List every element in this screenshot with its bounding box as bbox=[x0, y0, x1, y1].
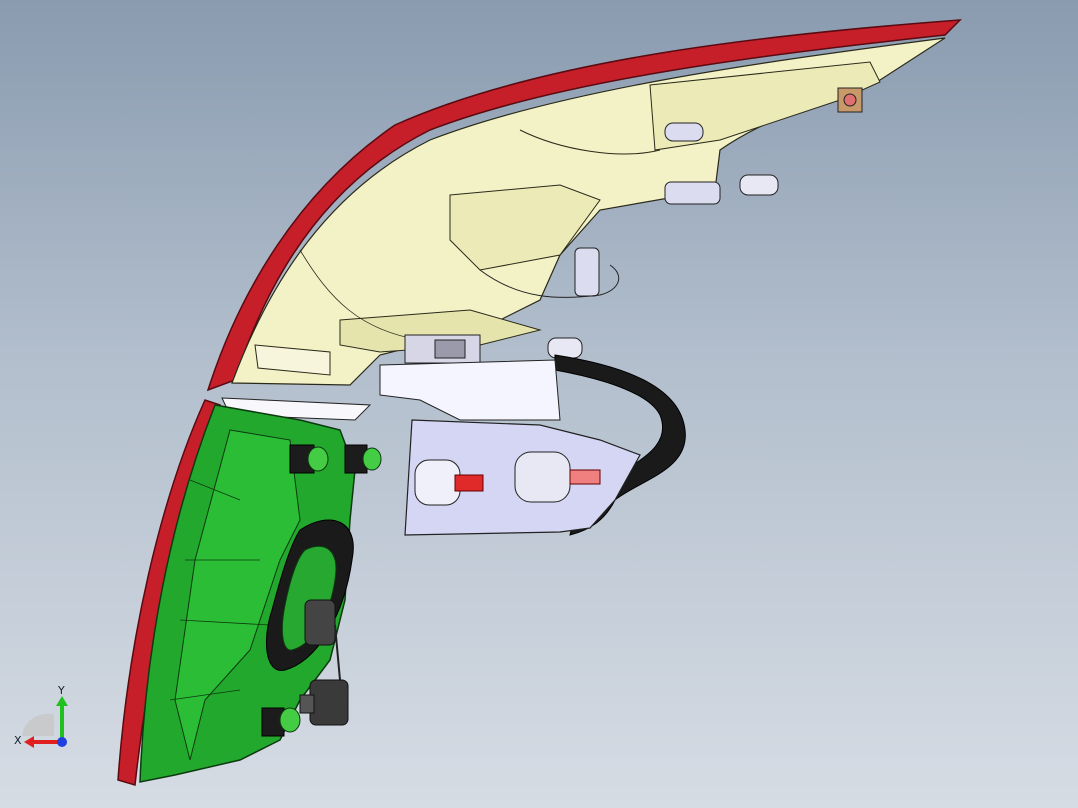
model-drawing bbox=[117, 19, 962, 786]
triad-x-label: X bbox=[14, 734, 22, 747]
triad-y-label: Y bbox=[58, 684, 65, 697]
mount-nut-1 bbox=[289, 444, 329, 474]
mount-nut-2 bbox=[344, 444, 382, 474]
socket-top-3 bbox=[574, 247, 600, 297]
nut-top bbox=[837, 87, 863, 113]
socket-top-1 bbox=[664, 122, 704, 142]
connector-top bbox=[404, 334, 481, 364]
socket-top-4 bbox=[547, 337, 583, 359]
cad-3d-viewport[interactable]: Y X bbox=[0, 0, 1078, 808]
mount-nut-3 bbox=[261, 707, 301, 737]
coordinate-triad: Y X bbox=[14, 684, 76, 754]
triad-graphic bbox=[22, 696, 68, 748]
